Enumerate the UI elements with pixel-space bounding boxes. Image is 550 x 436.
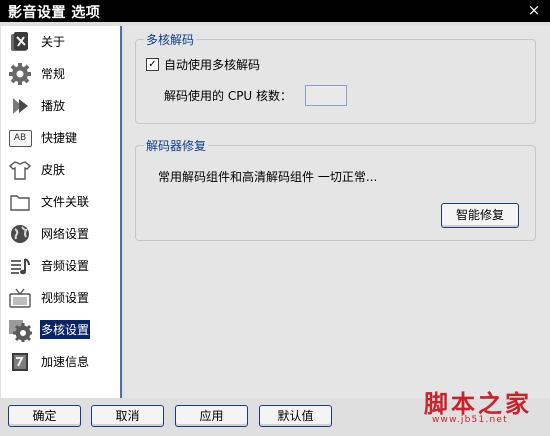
decoder-repair-group: 解码器修复 常用解码组件和高清解码组件 一切正常... 智能修复 [135,137,536,241]
title-bar: 影音设置 选项 × [0,0,550,22]
sidebar: 关于 常规 播放 AB 快捷键 皮肤 文件关联 网络设置 音频设置 视频设置 多… [1,26,122,398]
accelerate-icon [8,350,32,374]
cpu-cores-input[interactable] [305,85,348,106]
apply-button[interactable]: 应用 [175,405,248,427]
watermark: 脚本之家 www.jb51.net [420,384,548,432]
sidebar-item-multicore[interactable]: 多核设置 [1,314,120,344]
sidebar-item-label: 常规 [41,67,66,81]
sidebar-item-file-assoc[interactable]: 文件关联 [1,186,120,216]
tv-icon [8,286,32,310]
skin-icon [8,158,32,182]
cancel-button[interactable]: 取消 [91,405,164,427]
sidebar-item-label: 视频设置 [41,291,90,305]
multicore-group: 多核解码 ✓ 自动使用多核解码 解码使用的 CPU 核数： [135,31,536,124]
sidebar-item-label: 多核设置 [40,320,91,339]
close-button[interactable]: × [526,1,542,19]
sidebar-item-shortcuts[interactable]: AB 快捷键 [1,122,120,152]
sidebar-item-label: 加速信息 [41,355,90,369]
decoder-status-text: 常用解码组件和高清解码组件 一切正常... [158,170,378,184]
multicore-icon [8,318,32,342]
sidebar-item-accelerate[interactable]: 加速信息 [1,346,120,376]
sidebar-item-label: 皮肤 [41,163,66,177]
about-icon [8,30,32,54]
settings-panel: 多核解码 ✓ 自动使用多核解码 解码使用的 CPU 核数： 解码器修复 常用解码… [124,26,550,398]
sidebar-item-label: 音频设置 [41,259,90,273]
sidebar-item-label: 网络设置 [41,227,90,241]
cpu-cores-row: 解码使用的 CPU 核数： [164,85,348,106]
play-icon [8,94,32,118]
sidebar-item-playback[interactable]: 播放 [1,90,120,120]
sidebar-item-label: 快捷键 [41,131,78,145]
group-legend: 多核解码 [144,31,197,48]
sidebar-item-network[interactable]: 网络设置 [1,218,120,248]
smart-repair-button[interactable]: 智能修复 [441,203,519,228]
watermark-url: www.jb51.net [432,415,508,425]
sidebar-item-about[interactable]: 关于 [1,26,120,56]
window-title: 影音设置 选项 [8,5,101,21]
ok-button[interactable]: 确定 [8,405,81,427]
sidebar-item-audio[interactable]: 音频设置 [1,250,120,280]
auto-multicore-checkbox[interactable]: ✓ [146,58,159,71]
sidebar-item-label: 关于 [41,35,66,49]
auto-multicore-row[interactable]: ✓ 自动使用多核解码 [146,56,260,73]
folder-icon [8,190,32,214]
sidebar-item-label: 文件关联 [41,195,90,209]
shortcut-icon: AB [8,126,32,150]
default-button[interactable]: 默认值 [259,405,332,427]
group-legend: 解码器修复 [144,137,209,154]
auto-multicore-label: 自动使用多核解码 [164,58,261,72]
sidebar-item-label: 播放 [41,99,66,113]
gear-icon [8,62,32,86]
sidebar-item-video[interactable]: 视频设置 [1,282,120,312]
watermark-text: 脚本之家 [424,389,532,418]
sidebar-item-general[interactable]: 常规 [1,58,120,88]
cpu-cores-label: 解码使用的 CPU 核数： [164,89,293,103]
globe-icon [8,222,32,246]
sidebar-item-skin[interactable]: 皮肤 [1,154,120,184]
audio-icon [8,254,32,278]
